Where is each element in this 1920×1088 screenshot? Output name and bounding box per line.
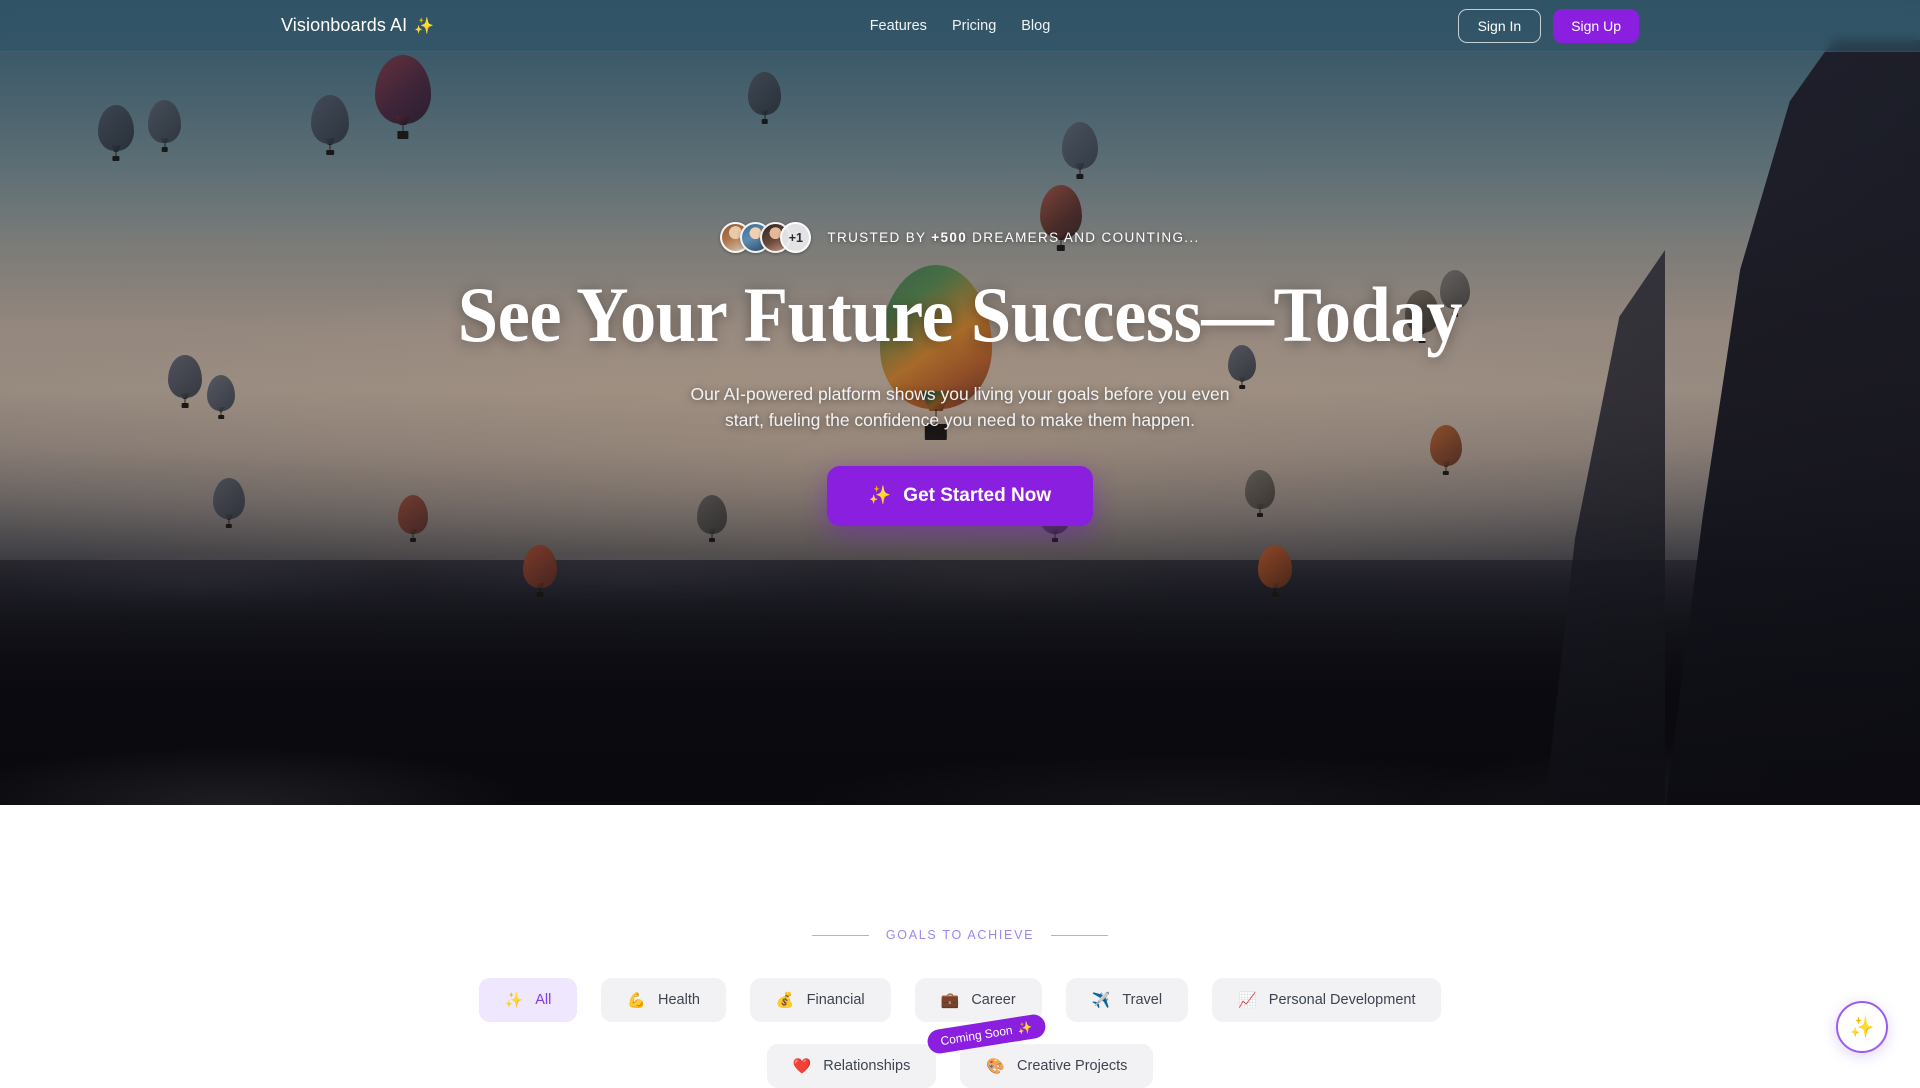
- category-pill-label: Travel: [1122, 992, 1162, 1008]
- avatar-overflow-count: +1: [780, 222, 811, 253]
- artist-palette-icon: 🎨: [986, 1059, 1005, 1074]
- category-pill-creative-projects[interactable]: 🎨 Creative Projects: [960, 1044, 1153, 1088]
- sign-in-button[interactable]: Sign In: [1458, 9, 1542, 43]
- briefcase-icon: 💼: [941, 993, 960, 1008]
- brand-name: Visionboards AI: [281, 15, 407, 36]
- trust-badge: +1 Trusted by +500 dreamers and counting…: [720, 222, 1199, 253]
- nav-link-blog[interactable]: Blog: [1021, 18, 1050, 34]
- trust-prefix: Trusted by: [827, 230, 931, 245]
- category-pill-label: Personal Development: [1269, 992, 1416, 1008]
- goals-section: Goals to Achieve ✨ All 💪 Health 💰 Financ…: [0, 805, 1920, 1080]
- category-pill-label: Health: [658, 992, 700, 1008]
- sparkles-icon: ✨: [869, 485, 891, 506]
- get-started-label: Get Started Now: [903, 485, 1051, 507]
- category-pill-label: Financial: [807, 992, 865, 1008]
- category-filter-row-secondary: Coming Soon ✨ ❤️ Relationships 🎨 Creativ…: [767, 1044, 1154, 1088]
- category-pill-financial[interactable]: 💰 Financial: [750, 978, 891, 1022]
- category-pill-all[interactable]: ✨ All: [479, 978, 578, 1022]
- hero-section: Visionboards AI ✨ Features Pricing Blog …: [0, 0, 1920, 805]
- brand-logo[interactable]: Visionboards AI ✨: [281, 15, 434, 36]
- trust-text: Trusted by +500 dreamers and counting...: [827, 230, 1199, 245]
- heart-icon: ❤️: [793, 1059, 812, 1074]
- nav-link-pricing[interactable]: Pricing: [952, 18, 996, 34]
- divider-line-right: [1051, 935, 1108, 936]
- hero-content: +1 Trusted by +500 dreamers and counting…: [0, 0, 1920, 526]
- sparkles-icon: ✨: [414, 16, 434, 36]
- sparkles-icon: ✨: [1850, 1015, 1875, 1040]
- chart-increasing-icon: 📈: [1238, 993, 1257, 1008]
- nav-links: Features Pricing Blog: [870, 18, 1051, 34]
- get-started-button[interactable]: ✨ Get Started Now: [827, 466, 1093, 526]
- hero-subtitle: Our AI-powered platform shows you living…: [680, 381, 1240, 434]
- muscle-icon: 💪: [627, 993, 646, 1008]
- avatar-group: +1: [720, 222, 811, 253]
- page-title: See Your Future Success—Today: [458, 275, 1462, 355]
- money-bag-icon: 💰: [776, 993, 795, 1008]
- nav-link-features[interactable]: Features: [870, 18, 927, 34]
- section-eyebrow: Goals to Achieve: [812, 928, 1108, 942]
- section-eyebrow-label: Goals to Achieve: [886, 928, 1034, 942]
- category-pill-personal-development[interactable]: 📈 Personal Development: [1212, 978, 1441, 1022]
- category-pill-label: Relationships: [823, 1058, 910, 1074]
- airplane-icon: ✈️: [1092, 993, 1111, 1008]
- divider-line-left: [812, 935, 869, 936]
- category-filter-row: ✨ All 💪 Health 💰 Financial 💼 Career ✈️ T…: [479, 978, 1442, 1022]
- category-pill-health[interactable]: 💪 Health: [601, 978, 726, 1022]
- category-pill-label: Creative Projects: [1017, 1058, 1127, 1074]
- category-pill-label: Career: [971, 992, 1015, 1008]
- sparkles-icon: ✨: [1016, 1020, 1033, 1036]
- category-pill-label: All: [535, 992, 551, 1008]
- sparkles-icon: ✨: [505, 993, 524, 1008]
- category-pill-travel[interactable]: ✈️ Travel: [1066, 978, 1188, 1022]
- nav-actions: Sign In Sign Up: [1458, 9, 1639, 43]
- trust-count: +500: [931, 230, 967, 245]
- ai-assistant-fab[interactable]: ✨: [1836, 1001, 1888, 1053]
- navbar: Visionboards AI ✨ Features Pricing Blog …: [0, 0, 1920, 52]
- trust-suffix: dreamers and counting...: [967, 230, 1200, 245]
- sign-up-button[interactable]: Sign Up: [1553, 9, 1639, 43]
- category-pill-relationships[interactable]: ❤️ Relationships: [767, 1044, 937, 1088]
